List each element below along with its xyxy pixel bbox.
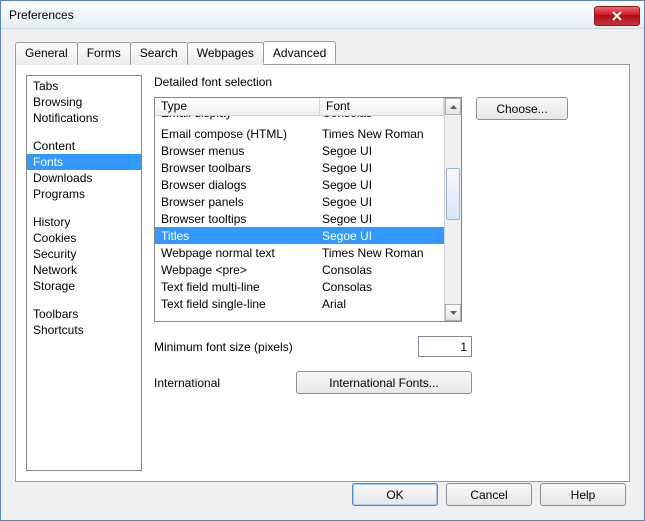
- cell-type: Browser toolbars: [155, 161, 320, 175]
- font-list[interactable]: Type Font Email displayConsolasEmail com…: [154, 97, 462, 322]
- cell-font: Segoe UI: [320, 195, 444, 209]
- cell-font: Segoe UI: [320, 161, 444, 175]
- table-row[interactable]: Browser toolbarsSegoe UI: [155, 159, 444, 176]
- table-row[interactable]: Webpage normal textTimes New Roman: [155, 244, 444, 261]
- column-header-font[interactable]: Font: [320, 98, 444, 115]
- sidebar-item-network[interactable]: Network: [27, 262, 141, 278]
- titlebar: Preferences: [1, 1, 644, 29]
- close-icon: [612, 11, 622, 21]
- tab-general[interactable]: General: [15, 42, 78, 65]
- sidebar-spacer: [27, 126, 141, 138]
- cancel-button[interactable]: Cancel: [446, 483, 532, 506]
- cell-font: Consolas: [320, 116, 444, 120]
- cell-type: Browser menus: [155, 144, 320, 158]
- table-row[interactable]: Email compose (HTML)Times New Roman: [155, 125, 444, 142]
- sidebar-item-security[interactable]: Security: [27, 246, 141, 262]
- sidebar-spacer: [27, 294, 141, 306]
- cell-type: Webpage normal text: [155, 246, 320, 260]
- column-header-type[interactable]: Type: [155, 98, 320, 115]
- min-font-label: Minimum font size (pixels): [154, 340, 364, 354]
- table-row[interactable]: Browser tooltipsSegoe UI: [155, 210, 444, 227]
- cell-type: Email display: [155, 116, 320, 120]
- tab-webpages[interactable]: Webpages: [187, 42, 264, 65]
- font-list-content: Type Font Email displayConsolasEmail com…: [155, 98, 444, 321]
- sidebar-item-downloads[interactable]: Downloads: [27, 170, 141, 186]
- section-heading: Detailed font selection: [154, 75, 619, 89]
- cell-type: Browser panels: [155, 195, 320, 209]
- scroll-thumb[interactable]: [446, 168, 460, 220]
- table-row[interactable]: Browser dialogsSegoe UI: [155, 176, 444, 193]
- sidebar-item-shortcuts[interactable]: Shortcuts: [27, 322, 141, 338]
- ok-button[interactable]: OK: [352, 483, 438, 506]
- table-row[interactable]: Text field multi-lineConsolas: [155, 278, 444, 295]
- sidebar-item-tabs[interactable]: Tabs: [27, 78, 141, 94]
- cell-type: Text field multi-line: [155, 280, 320, 294]
- cell-font: Times New Roman: [320, 246, 444, 260]
- column-headers[interactable]: Type Font: [155, 98, 444, 116]
- close-button[interactable]: [594, 6, 640, 26]
- font-list-rows: Email displayConsolasEmail compose (HTML…: [155, 116, 444, 312]
- cell-font: Segoe UI: [320, 229, 444, 243]
- chevron-down-icon: [450, 311, 457, 315]
- cell-type: Email compose (HTML): [155, 127, 320, 141]
- sidebar-item-browsing[interactable]: Browsing: [27, 94, 141, 110]
- international-fonts-button[interactable]: International Fonts...: [296, 371, 472, 394]
- scrollbar[interactable]: [444, 98, 461, 321]
- cell-font: Consolas: [320, 280, 444, 294]
- tab-advanced[interactable]: Advanced: [263, 41, 336, 64]
- window-title: Preferences: [9, 8, 74, 22]
- tab-panel-advanced: Tabs Browsing Notifications Content Font…: [15, 64, 630, 482]
- cell-type: Titles: [155, 229, 320, 243]
- cell-font: Arial: [320, 297, 444, 311]
- sidebar[interactable]: Tabs Browsing Notifications Content Font…: [26, 75, 142, 471]
- cell-font: Segoe UI: [320, 144, 444, 158]
- client-area: General Forms Search Webpages Advanced T…: [1, 29, 644, 520]
- main-content: Detailed font selection Type Font Email …: [154, 75, 619, 471]
- sidebar-spacer: [27, 202, 141, 214]
- table-row[interactable]: Email displayConsolas: [155, 116, 444, 125]
- sidebar-item-toolbars[interactable]: Toolbars: [27, 306, 141, 322]
- tab-forms[interactable]: Forms: [77, 42, 131, 65]
- cell-type: Browser dialogs: [155, 178, 320, 192]
- international-label: International: [154, 376, 296, 390]
- sidebar-item-cookies[interactable]: Cookies: [27, 230, 141, 246]
- cell-font: Times New Roman: [320, 127, 444, 141]
- cell-font: Segoe UI: [320, 212, 444, 226]
- table-row[interactable]: Browser panelsSegoe UI: [155, 193, 444, 210]
- sidebar-item-programs[interactable]: Programs: [27, 186, 141, 202]
- font-list-row: Type Font Email displayConsolasEmail com…: [154, 97, 619, 322]
- cell-type: Webpage <pre>: [155, 263, 320, 277]
- sidebar-item-notifications[interactable]: Notifications: [27, 110, 141, 126]
- min-font-row: Minimum font size (pixels): [154, 336, 619, 357]
- international-row: International International Fonts...: [154, 371, 619, 394]
- cell-type: Browser tooltips: [155, 212, 320, 226]
- tabstrip: General Forms Search Webpages Advanced: [15, 41, 630, 64]
- sidebar-item-fonts[interactable]: Fonts: [27, 154, 141, 170]
- cell-font: Segoe UI: [320, 178, 444, 192]
- sidebar-item-content[interactable]: Content: [27, 138, 141, 154]
- table-row[interactable]: Webpage <pre>Consolas: [155, 261, 444, 278]
- cell-type: Text field single-line: [155, 297, 320, 311]
- table-row[interactable]: Browser menusSegoe UI: [155, 142, 444, 159]
- table-row[interactable]: TitlesSegoe UI: [155, 227, 444, 244]
- scroll-up-button[interactable]: [445, 98, 461, 115]
- table-row[interactable]: Text field single-lineArial: [155, 295, 444, 312]
- chevron-up-icon: [450, 105, 457, 109]
- choose-button[interactable]: Choose...: [476, 97, 568, 120]
- preferences-dialog: Preferences General Forms Search Webpage…: [0, 0, 645, 521]
- scroll-down-button[interactable]: [445, 304, 461, 321]
- sidebar-item-history[interactable]: History: [27, 214, 141, 230]
- min-font-input[interactable]: [418, 336, 472, 357]
- tab-search[interactable]: Search: [130, 42, 188, 65]
- sidebar-item-storage[interactable]: Storage: [27, 278, 141, 294]
- help-button[interactable]: Help: [540, 483, 626, 506]
- cell-font: Consolas: [320, 263, 444, 277]
- dialog-buttons: OK Cancel Help: [352, 483, 626, 506]
